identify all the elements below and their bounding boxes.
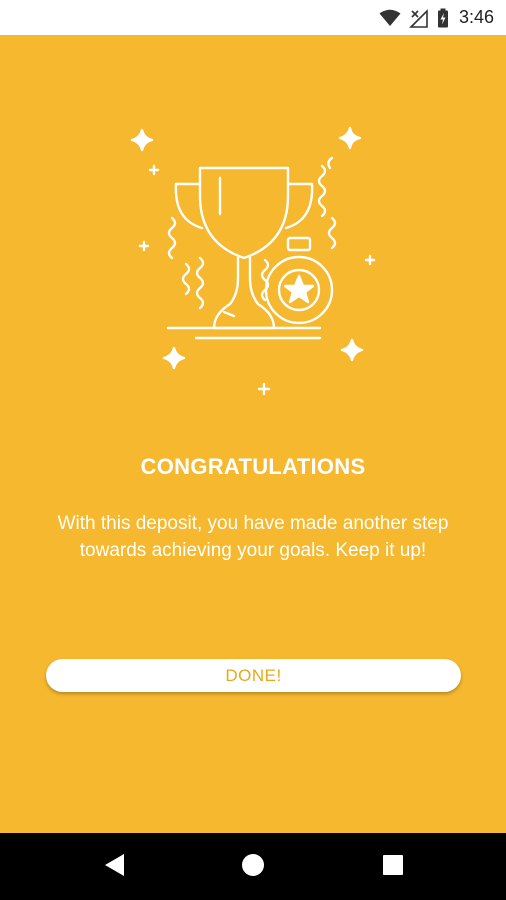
congratulations-message: With this deposit, you have made another… (57, 513, 449, 561)
wifi-icon (379, 9, 401, 27)
home-button[interactable] (235, 849, 271, 885)
trophy-icon (166, 166, 322, 340)
trophy-illustration (120, 118, 390, 408)
congratulations-title: CONGRATULATIONS (140, 454, 366, 479)
home-icon (240, 852, 266, 883)
battery-charging-icon (437, 8, 449, 28)
recents-icon (382, 854, 404, 881)
medal-icon (264, 236, 334, 325)
status-time: 3:46 (458, 7, 494, 27)
done-button[interactable]: DONE! (46, 659, 461, 692)
back-icon (102, 852, 126, 883)
status-bar: 3:46 (0, 0, 506, 35)
navigation-bar (0, 833, 506, 900)
no-signal-icon (409, 8, 429, 28)
congratulations-screen: 3:46 CONGRATULATIONS With this deposit, … (0, 0, 506, 900)
recents-button[interactable] (375, 849, 411, 885)
back-button[interactable] (96, 849, 132, 885)
